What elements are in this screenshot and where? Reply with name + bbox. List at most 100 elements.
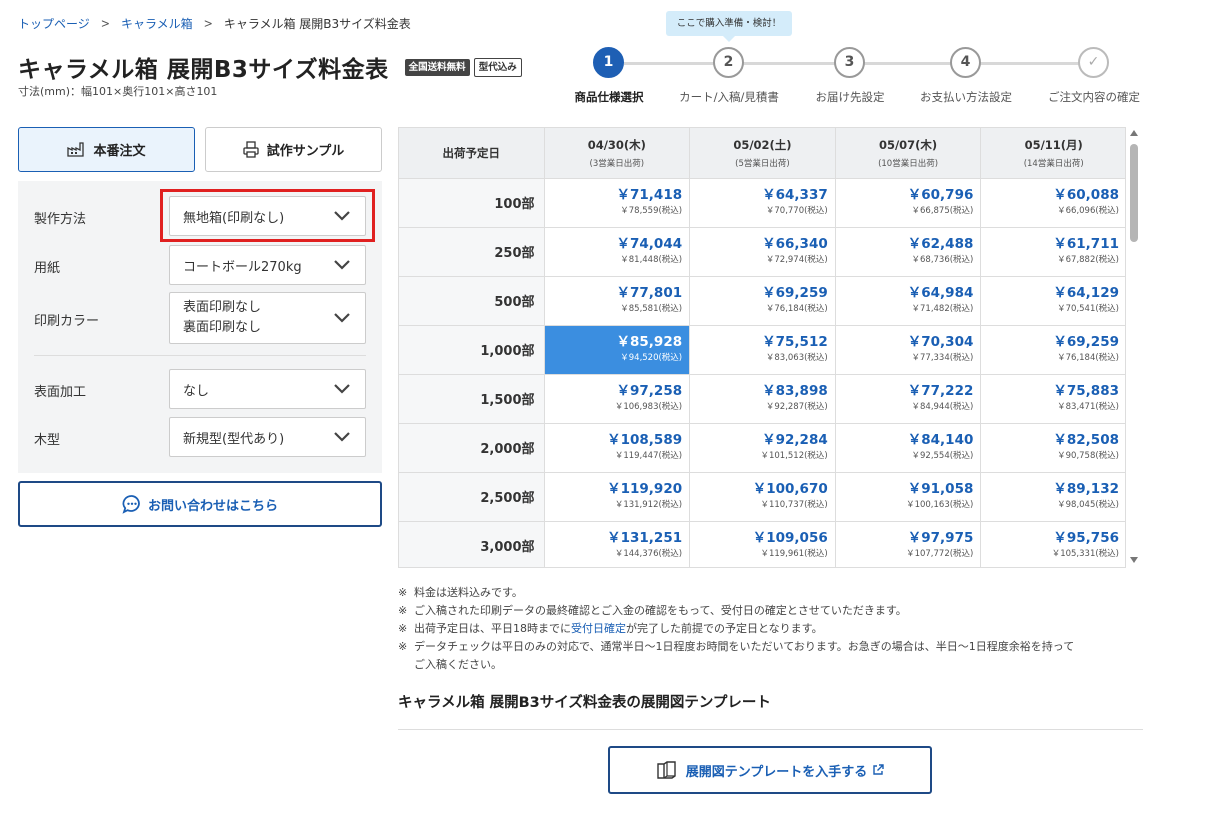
print-color-select[interactable]: 表面印刷なし 裏面印刷なし	[169, 292, 366, 344]
price-value: ￥74,044	[616, 236, 683, 252]
die-cost-included-badge: 型代込み	[473, 57, 522, 77]
price-cell[interactable]: ￥66,340 ￥72,974(税込)	[689, 227, 836, 277]
price-cell[interactable]: ￥95,756 ￥105,331(税込)	[980, 521, 1125, 567]
price-cell[interactable]: ￥92,284 ￥101,512(税込)	[689, 423, 836, 473]
table-row: 1,500部 ￥97,258 ￥106,983(税込) ￥83,898 ￥92,287(…	[399, 374, 1125, 424]
price-value: ￥89,132	[1053, 481, 1119, 497]
price-cell[interactable]: ￥109,056 ￥119,961(税込)	[689, 521, 836, 567]
price-value: ￥70,304	[907, 334, 974, 350]
price-cell[interactable]: ￥119,920 ￥131,912(税込)	[544, 472, 691, 522]
scrollbar-thumb[interactable]	[1130, 144, 1138, 242]
price-value: ￥85,928	[616, 334, 683, 350]
scroll-down-icon[interactable]	[1130, 557, 1138, 563]
price-cell[interactable]: ￥64,129 ￥70,541(税込)	[980, 276, 1125, 326]
die-type-select[interactable]: 新規型(型代あり)	[169, 417, 366, 457]
price-cell[interactable]: ￥74,044 ￥81,448(税込)	[544, 227, 691, 277]
paper-select[interactable]: コートボール270kg	[169, 245, 366, 285]
price-with-tax: ￥78,559(税込)	[620, 206, 683, 216]
price-value: ￥62,488	[907, 236, 974, 252]
price-value: ￥77,222	[907, 383, 974, 399]
notes: ※ 料金は送料込みです。 ※ ご入稿された印刷データの最終確認とご入金の確認をもって…	[398, 584, 1143, 674]
price-with-tax: ￥107,772(税込)	[906, 549, 974, 559]
breadcrumb-link-caramel-box[interactable]: キャラメル箱	[121, 15, 193, 32]
price-cell[interactable]: ￥91,058 ￥100,163(税込)	[835, 472, 982, 522]
box-template-icon	[656, 760, 678, 780]
production-method-label: 製作方法	[34, 212, 87, 227]
factory-icon	[67, 142, 85, 157]
price-cell[interactable]: ￥71,418 ￥78,559(税込)	[544, 178, 691, 228]
tab-production-order[interactable]: 本番注文	[18, 127, 195, 172]
price-cell[interactable]: ￥69,259 ￥76,184(税込)	[980, 325, 1125, 375]
surface-finish-select[interactable]: なし	[169, 369, 366, 409]
price-cell[interactable]: ￥64,337 ￥70,770(税込)	[689, 178, 836, 228]
price-cell[interactable]: ￥131,251 ￥144,376(税込)	[544, 521, 691, 567]
price-cell[interactable]: ￥69,259 ￥76,184(税込)	[689, 276, 836, 326]
price-with-tax: ￥92,287(税込)	[765, 402, 828, 412]
price-with-tax: ￥100,163(税込)	[906, 500, 974, 510]
price-cell[interactable]: ￥77,222 ￥84,944(税込)	[835, 374, 982, 424]
price-cell[interactable]: ￥84,140 ￥92,554(税込)	[835, 423, 982, 473]
price-value: ￥109,056	[752, 530, 828, 546]
price-cell[interactable]: ￥62,488 ￥68,736(税込)	[835, 227, 982, 277]
table-row: 2,500部 ￥119,920 ￥131,912(税込) ￥100,670 ￥110,7…	[399, 472, 1125, 522]
price-with-tax: ￥106,983(税込)	[614, 402, 683, 412]
price-cell[interactable]: ￥60,796 ￥66,875(税込)	[835, 178, 982, 228]
price-cell[interactable]: ￥100,670 ￥110,737(税込)	[689, 472, 836, 522]
chevron-down-icon	[333, 312, 351, 328]
price-cell[interactable]: ￥75,883 ￥83,471(税込)	[980, 374, 1125, 424]
price-cell[interactable]: ￥64,984 ￥71,482(税込)	[835, 276, 982, 326]
ship-date-column: 04/30(木) (3営業日出荷)	[544, 128, 691, 179]
table-row: 500部 ￥77,801 ￥85,581(税込) ￥69,259 ￥76,184(税込)…	[399, 276, 1125, 326]
ship-date-header: 出荷予定日	[399, 128, 545, 179]
price-cell[interactable]: ￥108,589 ￥119,447(税込)	[544, 423, 691, 473]
scroll-up-icon[interactable]	[1130, 130, 1138, 136]
acceptance-confirm-link[interactable]: 受付日確定	[571, 622, 626, 635]
price-cell[interactable]: ￥97,975 ￥107,772(税込)	[835, 521, 982, 567]
tab-trial-sample[interactable]: 試作サンプル	[205, 127, 382, 172]
step-2-circle: 2	[713, 47, 744, 78]
price-with-tax: ￥71,482(税込)	[911, 304, 974, 314]
price-cell[interactable]: ￥97,258 ￥106,983(税込)	[544, 374, 691, 424]
ship-lead-time: (5営業日出荷)	[735, 158, 790, 169]
price-value: ￥64,984	[907, 285, 974, 301]
quantity-cell: 2,500部	[399, 472, 545, 522]
price-with-tax: ￥70,770(税込)	[765, 206, 828, 216]
price-value: ￥92,284	[762, 432, 828, 448]
price-cell[interactable]: ￥77,801 ￥85,581(税込)	[544, 276, 691, 326]
chat-icon	[122, 494, 142, 514]
ship-lead-time: (10営業日出荷)	[878, 158, 939, 169]
breadcrumb-link-top[interactable]: トップページ	[18, 15, 90, 32]
price-with-tax: ￥72,974(税込)	[765, 255, 828, 265]
quantity-cell: 2,000部	[399, 423, 545, 473]
price-cell[interactable]: ￥60,088 ￥66,096(税込)	[980, 178, 1125, 228]
price-with-tax: ￥70,541(税込)	[1057, 304, 1119, 314]
price-value: ￥100,670	[752, 481, 828, 497]
quantity-cell: 1,500部	[399, 374, 545, 424]
price-cell[interactable]: ￥70,304 ￥77,334(税込)	[835, 325, 982, 375]
note-item: ※ ご入稿された印刷データの最終確認とご入金の確認をもって、受付日の確定とさせてい…	[398, 604, 907, 617]
price-with-tax: ￥90,758(税込)	[1057, 451, 1119, 461]
chevron-down-icon	[333, 431, 351, 447]
table-row: 3,000部 ￥131,251 ￥144,376(税込) ￥109,056 ￥119,9…	[399, 521, 1125, 567]
quantity-cell: 500部	[399, 276, 545, 326]
price-cell[interactable]: ￥83,898 ￥92,287(税込)	[689, 374, 836, 424]
step-5-label: ご注文内容の確定	[1048, 90, 1140, 104]
ship-date: 05/02(土)	[733, 137, 792, 152]
price-cell[interactable]: ￥85,928 ￥94,520(税込)	[544, 325, 691, 375]
price-value: ￥64,129	[1053, 285, 1119, 301]
price-with-tax: ￥66,096(税込)	[1057, 206, 1119, 216]
contact-button[interactable]: お問い合わせはこちら	[18, 481, 382, 527]
price-cell[interactable]: ￥75,512 ￥83,063(税込)	[689, 325, 836, 375]
price-cell[interactable]: ￥61,711 ￥67,882(税込)	[980, 227, 1125, 277]
price-cell[interactable]: ￥82,508 ￥90,758(税込)	[980, 423, 1125, 473]
price-with-tax: ￥83,063(税込)	[765, 353, 828, 363]
dimensions-text: 寸法(mm)：幅101×奥行101×高さ101	[18, 85, 218, 98]
price-cell[interactable]: ￥89,132 ￥98,045(税込)	[980, 472, 1125, 522]
get-template-button[interactable]: 展開図テンプレートを入手する	[608, 746, 932, 794]
title-row: キャラメル箱 展開B3サイズ料金表 全国送料無料 型代込み	[18, 50, 522, 84]
die-type-label: 木型	[34, 433, 61, 448]
price-with-tax: ￥119,961(税込)	[760, 549, 828, 559]
step-tooltip: ここで購入準備・検討！	[666, 11, 792, 42]
price-with-tax: ￥77,334(税込)	[911, 353, 974, 363]
price-value: ￥71,418	[616, 187, 683, 203]
